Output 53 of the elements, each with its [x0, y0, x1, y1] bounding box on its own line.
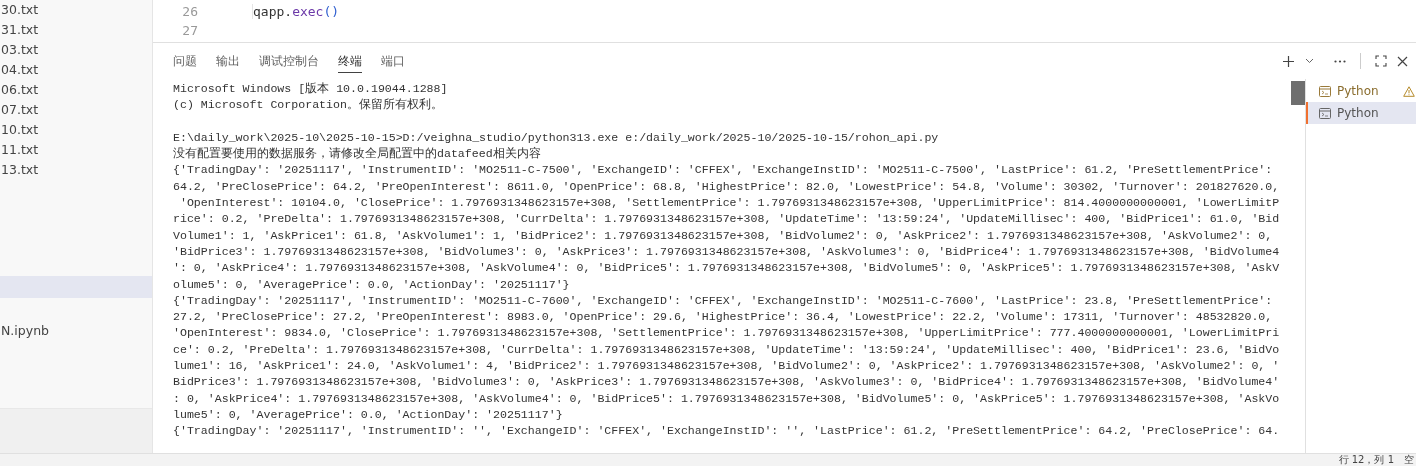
terminal-line: 27.2, 'PreClosePrice': 27.2, 'PreOpenInterest': 8983.0, 'OpenPrice': 29.6, 'HighestPrice': 36.4, 'LowestPrice': 22.2, 'Volume': 17311, 'Turnover': 48532820.0,: [173, 309, 1274, 326]
code-line: qapp.exec(): [252, 4, 340, 19]
maximize-icon[interactable]: [1375, 55, 1387, 67]
panel-tab[interactable]: 端口: [381, 49, 405, 73]
terminal-line: lume5': 0, 'AveragePrice': 0.0, 'ActionDay': '20251117'}: [173, 406, 564, 423]
file-item[interactable]: 04.txt: [0, 60, 152, 80]
terminal-line: {'TradingDay': '20251117', 'InstrumentID': 'MO2511-C-7600', 'ExchangeID': 'CFFEX', 'ExchangeInstID': 'MO2511-C-7600', 'LastPrice': 23.8, 'PreSettlementPrice':: [173, 292, 1274, 309]
terminal-line: 'OpenInterest': 10104.0, 'ClosePrice': 1.7976931348623157e+308, 'SettlementPrice': 1.7976931348623157e+308, 'UpperLimitPrice': 814.4000000000001, 'LowerLimitP: [178, 195, 1281, 212]
cursor-position[interactable]: 行 12，列 1: [1338, 454, 1394, 466]
line-number: 27: [181, 23, 198, 38]
panel-tab[interactable]: 终端: [338, 49, 362, 73]
file-item[interactable]: 07.txt: [0, 100, 152, 120]
terminal-line: 没有配置要使用的数据服务，请修改全局配置中的datafeed相关内容: [173, 146, 542, 163]
terminal-line: 'BidPrice3': 1.7976931348623157e+308, 'BidVolume3': 0, 'AskPrice3': 1.7976931348623157e+308, 'AskVolume3': 0, 'BidPrice4': 1.7976931348623157e+308, 'BidVolume4: [173, 243, 1281, 260]
terminal-line: lume1': 16, 'AskPrice1': 24.0, 'AskVolume1': 4, 'BidPrice2': 1.7976931348623157e+308, 'BidVolume2': 0, 'AskPrice2': 1.7976931348623157e+308, 'AskVolume2': 0, ': [173, 358, 1281, 375]
terminal-item[interactable]: Python: [1306, 102, 1416, 124]
scrollbar-thumb[interactable]: [1291, 81, 1305, 105]
terminal-label: Python: [1337, 106, 1379, 120]
terminal-line: ce': 0.2, 'PreDelta': 1.7976931348623157e+308, 'CurrDelta': 1.7976931348623157e+308, 'UpdateTime': '13:59:24', 'UpdateMillisec': 400, 'BidPrice1': 23.6, 'BidVo: [173, 341, 1281, 358]
panel-tab[interactable]: 输出: [216, 49, 240, 73]
terminal-line: {'TradingDay': '20251117', 'InstrumentID': 'MO2511-C-7500', 'ExchangeID': 'CFFEX', 'ExchangeInstID': 'MO2511-C-7500', 'LastPrice': 61.2, 'PreSettlementPrice':: [173, 162, 1274, 179]
terminal-line: ': 0, 'AskPrice4': 1.7976931348623157e+308, 'AskVolume4': 0, 'BidPrice5': 1.7976931348623157e+308, 'BidVolume5': 0, 'AskPrice5': 1.7976931348623157e+308, 'AskV: [173, 260, 1281, 277]
terminal-line: : 0, 'AskPrice4': 1.7976931348623157e+308, 'AskVolume4': 0, 'BidPrice5': 1.7976931348623157e+308, 'BidVolume5': 0, 'AskPrice5': 1.7976931348623157e+308, 'AskVo: [173, 390, 1281, 407]
terminal-line: E:\daily_work\2025-10\2025-10-15>D:/veighna_studio/python313.exe e:/daily_work/2025-10/2025-10-15/rohon_api.py: [173, 129, 940, 146]
terminal-icon: [1319, 107, 1331, 119]
file-item[interactable]: 06.txt: [0, 80, 152, 100]
terminal-line: 64.2, 'PreClosePrice': 64.2, 'PreOpenInterest': 8611.0, 'OpenPrice': 68.8, 'HighestPrice': 82.0, 'LowestPrice': 54.8, 'Volume': 30302, 'Turnover': 201827620.0,: [173, 178, 1281, 195]
file-item[interactable]: 31.txt: [0, 20, 152, 40]
terminal-line: (c) Microsoft Corporation。保留所有权利。: [173, 97, 444, 114]
panel-tab[interactable]: 调试控制台: [259, 49, 319, 73]
terminal-line: olume5': 0, 'AveragePrice': 0.0, 'ActionDay': '20251117'}: [173, 276, 571, 293]
plus-icon[interactable]: [1282, 54, 1295, 68]
terminal-line: Microsoft Windows [版本 10.0.19044.1288]: [173, 81, 449, 97]
file-item[interactable]: 11.txt: [0, 140, 152, 160]
chevron-down-icon[interactable]: [1305, 58, 1314, 64]
panel-tab[interactable]: 问题: [173, 49, 197, 73]
more-icon[interactable]: [1334, 59, 1346, 63]
line-number: 26: [181, 4, 198, 19]
indent-status[interactable]: 空: [1404, 454, 1414, 466]
terminal-item[interactable]: Python: [1306, 80, 1416, 102]
terminal-line: {'TradingDay': '20251117', 'InstrumentID': '', 'ExchangeID': 'CFFEX', 'ExchangeInstID': '', 'LastPrice': 61.2, 'PreSettlementPrice': 64.2, 'PreClosePrice': 64.: [173, 423, 1281, 440]
terminal-line: 'OpenInterest': 9834.0, 'ClosePrice': 1.7976931348623157e+308, 'SettlementPrice': 1.7976931348623157e+308, 'UpperLimitPrice': 777.4000000000001, 'LowerLimitPri: [173, 325, 1281, 342]
file-item[interactable]: 30.txt: [0, 0, 152, 20]
file-item[interactable]: N.ipynb: [0, 321, 152, 341]
terminal-line: BidPrice3': 1.7976931348623157e+308, 'BidVolume3': 0, 'AskPrice3': 1.7976931348623157e+308, 'AskVolume3': 0, 'BidPrice4': 1.7976931348623157e+308, 'BidVolume4': [173, 374, 1281, 391]
file-item[interactable]: 10.txt: [0, 120, 152, 140]
terminal-line: Volume1': 1, 'AskPrice1': 61.8, 'AskVolume1': 1, 'BidPrice2': 1.7976931348623157e+308, 'BidVolume2': 0, 'AskPrice2': 1.7976931348623157e+308, 'AskVolume2': 0,: [173, 227, 1274, 244]
file-item[interactable]: 03.txt: [0, 40, 152, 60]
close-icon[interactable]: [1397, 55, 1408, 67]
terminal-icon: [1319, 85, 1331, 97]
terminal-label: Python: [1337, 84, 1379, 98]
file-item[interactable]: 13.txt: [0, 160, 152, 180]
terminal-line: rice': 0.2, 'PreDelta': 1.7976931348623157e+308, 'CurrDelta': 1.7976931348623157e+308, 'UpdateTime': '13:59:24', 'UpdateMillisec': 400, 'BidPrice1': 61.0, 'Bid: [173, 211, 1281, 228]
